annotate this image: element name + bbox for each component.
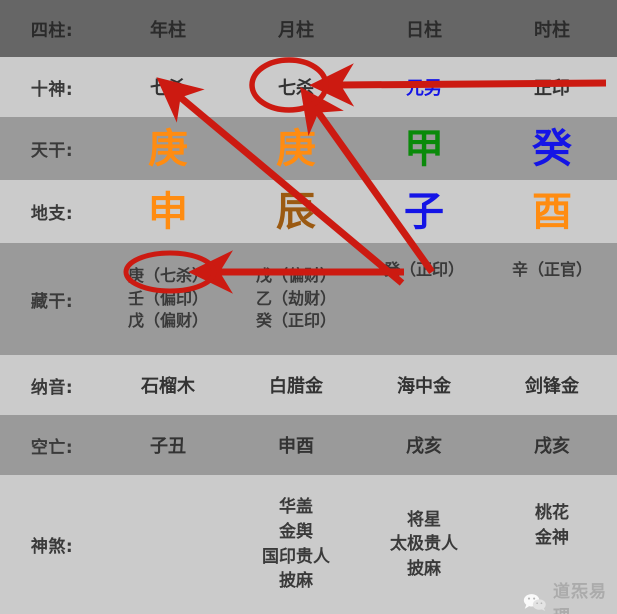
shensha-month: 华盖 金舆 国印贵人 披麻 xyxy=(232,475,360,614)
shishen-month: 七杀 xyxy=(278,78,314,99)
shensha-day-line-2: 太极贵人 xyxy=(390,534,458,555)
table-header-row: 四柱: 年柱 月柱 日柱 时柱 xyxy=(0,0,617,57)
kongwang-hour: 戌亥 xyxy=(534,436,570,457)
row-canggan: 藏干: 庚（七杀） 壬（偏印） 戊（偏财） 戊（偏财） 乙（劫财） 癸（正印） … xyxy=(0,243,617,355)
row-dizhi-label: 地支: xyxy=(30,204,74,224)
tiangan-year: 庚 xyxy=(148,125,188,172)
row-nayin-label: 纳音: xyxy=(30,377,74,398)
dizhi-hour: 酉 xyxy=(532,188,572,235)
header-col-hour: 时柱 xyxy=(534,19,570,41)
canggan-month-line-3: 癸（正印） xyxy=(255,311,336,331)
nayin-hour: 剑锋金 xyxy=(525,376,579,397)
shensha-hour-line-1: 桃花 xyxy=(535,503,569,523)
dizhi-day: 子 xyxy=(404,188,444,235)
shishen-hour: 正印 xyxy=(534,78,570,99)
row-shishen: 十神: 七杀 七杀 元男 正印 xyxy=(0,57,617,117)
canggan-month-line-2: 乙（劫财） xyxy=(255,288,336,308)
shensha-day-line-1: 将星 xyxy=(407,509,441,530)
row-shensha-label: 神煞: xyxy=(30,537,74,557)
row-shishen-label: 十神: xyxy=(30,79,74,100)
dizhi-month: 辰 xyxy=(276,188,316,235)
canggan-day: 癸（正印） xyxy=(360,243,488,355)
nayin-year: 石榴木 xyxy=(141,376,195,397)
shensha-month-line-4: 披麻 xyxy=(279,571,313,592)
row-kongwang-label: 空亡: xyxy=(30,437,74,458)
shensha-day: 将星 太极贵人 披麻 xyxy=(360,475,488,614)
dizhi-year: 申 xyxy=(148,188,188,235)
bazi-chart-table: 四柱: 年柱 月柱 日柱 时柱 十神: 七杀 七杀 元男 正印 天干: 庚 庚 … xyxy=(0,0,617,614)
tiangan-month: 庚 xyxy=(276,125,316,172)
canggan-year-line-1: 庚（七杀） xyxy=(127,265,208,285)
watermark-bottom-right: 道炁易理 xyxy=(523,577,617,614)
row-nayin: 纳音: 石榴木 白腊金 海中金 剑锋金 xyxy=(0,355,617,415)
wechat-icon xyxy=(523,592,547,612)
kongwang-month: 申酉 xyxy=(278,436,314,457)
canggan-month: 戊（偏财） 乙（劫财） 癸（正印） xyxy=(232,243,360,355)
canggan-day-line-1: 癸（正印） xyxy=(383,260,464,279)
canggan-year: 庚（七杀） 壬（偏印） 戊（偏财） xyxy=(104,243,232,355)
canggan-year-line-2: 壬（偏印） xyxy=(127,288,208,308)
shensha-day-line-3: 披麻 xyxy=(407,558,441,579)
shensha-month-line-1: 华盖 xyxy=(279,497,313,518)
row-tiangan-label: 天干: xyxy=(30,141,74,161)
header-col-day: 日柱 xyxy=(406,19,442,41)
nayin-month: 白腊金 xyxy=(269,376,323,397)
nayin-day: 海中金 xyxy=(397,376,451,397)
shensha-month-line-2: 金舆 xyxy=(279,521,313,542)
shensha-year xyxy=(104,475,232,614)
kongwang-day: 戌亥 xyxy=(406,436,442,457)
row-tiangan: 天干: 庚 庚 甲 癸 xyxy=(0,117,617,180)
canggan-hour: 辛（正官） xyxy=(488,243,616,355)
canggan-hour-line-1: 辛（正官） xyxy=(511,260,592,279)
header-row-label: 四柱: xyxy=(30,21,74,41)
shensha-month-line-3: 国印贵人 xyxy=(262,546,330,567)
canggan-month-line-1: 戊（偏财） xyxy=(255,265,336,285)
shishen-year: 七杀 xyxy=(150,78,186,99)
row-dizhi: 地支: 申 辰 子 酉 xyxy=(0,180,617,243)
kongwang-year: 子丑 xyxy=(150,436,186,457)
tiangan-hour: 癸 xyxy=(532,125,572,172)
header-col-year: 年柱 xyxy=(150,19,186,41)
shensha-hour-line-2: 金神 xyxy=(535,527,569,548)
row-canggan-label: 藏干: xyxy=(30,291,74,312)
row-kongwang: 空亡: 子丑 申酉 戌亥 戌亥 xyxy=(0,415,617,475)
watermark-text: 道炁易理 xyxy=(553,582,607,614)
canggan-year-line-3: 戊（偏财） xyxy=(127,311,208,331)
shishen-day: 元男 xyxy=(406,78,442,99)
header-col-month: 月柱 xyxy=(278,19,314,41)
tiangan-day: 甲 xyxy=(404,125,444,172)
